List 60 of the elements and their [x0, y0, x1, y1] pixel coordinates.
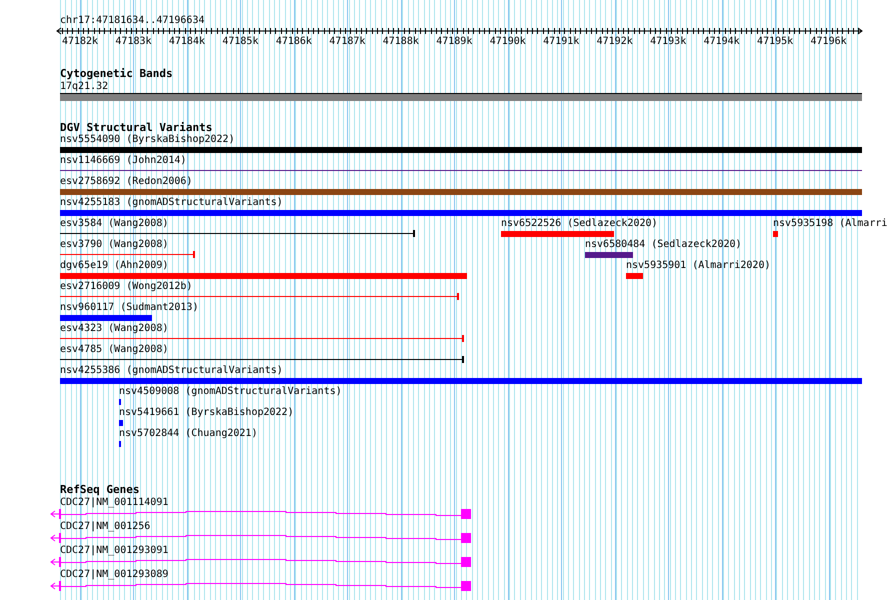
variant-bar[interactable] — [501, 231, 614, 237]
tick-label: 47182k — [60, 36, 100, 47]
gene-model-drawing[interactable] — [50, 556, 472, 567]
tick-label: 47190k — [488, 36, 527, 47]
tick-label: 47195k — [756, 36, 794, 47]
variant-bar[interactable] — [60, 189, 862, 195]
variant-label[interactable]: nsv5419661 (ByrskaBishop2022) — [119, 407, 294, 418]
gene-model-drawing[interactable] — [50, 532, 472, 543]
band-label: 17q21.32 — [60, 81, 108, 92]
variant-label[interactable]: nsv6522526 (Sedlazeck2020) — [501, 218, 658, 229]
tick-label: 47193k — [649, 36, 688, 47]
location-label: chr17:47181634..47196634 — [60, 15, 204, 26]
variant-label[interactable]: esv3584 (Wang2008) — [60, 218, 168, 229]
variant-label[interactable]: esv3790 (Wang2008) — [60, 239, 168, 250]
variant-bar[interactable] — [626, 273, 643, 279]
tick-label: 47188k — [382, 36, 420, 47]
variant-label[interactable]: nsv5554090 (ByrskaBishop2022) — [60, 134, 235, 145]
variant-bar[interactable] — [60, 210, 862, 216]
track-title: Cytogenetic Bands — [60, 68, 173, 79]
variant-label[interactable]: nsv5935901 (Almarri2020) — [626, 260, 770, 271]
variant-label[interactable]: nsv960117 (Sudmant2013) — [60, 302, 198, 313]
variant-bar[interactable] — [60, 378, 862, 384]
tick-label: 47184k — [168, 36, 206, 47]
variant-label[interactable]: esv4785 (Wang2008) — [60, 344, 168, 355]
variant-bar[interactable] — [60, 315, 152, 321]
tick-label: 47192k — [596, 36, 634, 47]
variant-label[interactable]: esv2716009 (Wong2012b) — [60, 281, 192, 292]
variant-bar[interactable] — [119, 420, 123, 426]
variant-line[interactable] — [60, 230, 415, 237]
gene-model-drawing[interactable] — [50, 508, 472, 519]
variant-bar[interactable] — [60, 273, 467, 279]
variant-label[interactable]: dgv65e19 (Ahn2009) — [60, 260, 168, 271]
tick-label: 47196k — [810, 36, 848, 47]
variant-label[interactable]: nsv4509008 (gnomADStructuralVariants) — [119, 386, 342, 397]
track-title: RefSeq Genes — [60, 484, 140, 495]
variant-bar[interactable] — [585, 252, 633, 258]
tick-label: 47194k — [702, 36, 741, 47]
variant-label[interactable]: esv2758692 (Redon2006) — [60, 176, 192, 187]
tick-label: 47189k — [435, 36, 474, 47]
variant-label[interactable]: nsv6580484 (Sedlazeck2020) — [585, 239, 742, 250]
transcript-label[interactable]: CDC27|NM_001293091 — [60, 545, 168, 556]
tick-label: 47187k — [328, 36, 366, 47]
variant-label[interactable]: nsv4255386 (gnomADStructuralVariants) — [60, 365, 283, 376]
variant-label[interactable]: nsv5702844 (Chuang2021) — [119, 428, 258, 439]
transcript-label[interactable]: CDC27|NM_001256 — [60, 521, 150, 532]
variant-label[interactable]: nsv5935198 (Almarri — [773, 218, 888, 229]
variant-bar[interactable] — [60, 147, 862, 153]
variant-label[interactable]: nsv1146669 (John2014) — [60, 155, 186, 166]
track-title: DGV Structural Variants — [60, 122, 212, 133]
transcript-label[interactable]: CDC27|NM_001293089 — [60, 569, 168, 580]
gene-model-drawing[interactable] — [50, 580, 472, 591]
variant-line[interactable] — [60, 356, 464, 363]
variant-label[interactable]: nsv4255183 (gnomADStructuralVariants) — [60, 197, 283, 208]
tick-label: 47183k — [114, 36, 153, 47]
variant-bar[interactable] — [773, 231, 778, 237]
transcript-label[interactable]: CDC27|NM_001114091 — [60, 497, 168, 508]
tick-label: 47191k — [542, 36, 580, 47]
variant-label[interactable]: esv4323 (Wang2008) — [60, 323, 168, 334]
tick-label: 47186k — [274, 36, 313, 47]
tick-label: 47185k — [221, 36, 260, 47]
